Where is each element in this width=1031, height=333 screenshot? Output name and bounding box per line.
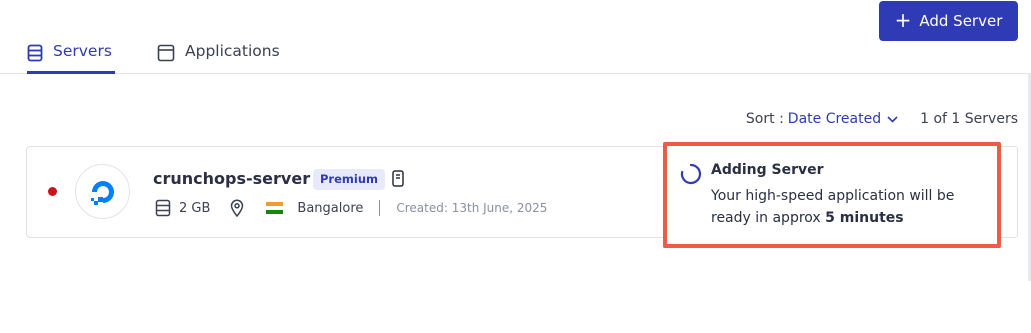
status-indicator [48, 187, 57, 196]
location-pin-icon [231, 199, 244, 217]
sort-value: Date Created [787, 111, 882, 127]
tab-servers-label: Servers [53, 42, 112, 60]
sort-row: Sort : Date Created 1 of 1 Servers [746, 109, 1018, 129]
adding-server-notice: Adding Server Your high-speed applicatio… [663, 142, 1001, 248]
servers-page: Servers Applications + Add Server Sort :… [0, 0, 1031, 333]
tab-applications[interactable]: Applications [157, 42, 280, 74]
server-stack-icon [27, 44, 43, 62]
loading-spinner-icon [680, 163, 702, 185]
server-meta: 2 GB Bangalore Created: 13th June, 2025 [155, 198, 547, 218]
tab-applications-label: Applications [185, 42, 280, 60]
sort-dropdown[interactable]: Date Created [788, 111, 898, 127]
server-created-date: Created: 13th June, 2025 [396, 201, 548, 215]
device-icon [392, 170, 404, 187]
plus-icon: + [894, 8, 912, 32]
add-server-label: Add Server [919, 12, 1003, 30]
sort-label: Sort : [745, 111, 784, 127]
india-flag-icon [266, 202, 284, 214]
window-icon [157, 44, 175, 62]
server-stack-icon [155, 199, 171, 217]
server-name[interactable]: crunchops-server [153, 169, 310, 188]
adding-server-eta: 5 minutes [825, 210, 904, 226]
plan-badge: Premium [313, 169, 385, 190]
adding-server-title: Adding Server [711, 162, 824, 178]
add-server-button[interactable]: + Add Server [879, 1, 1018, 41]
provider-logo [75, 164, 130, 219]
server-location: Bangalore [297, 200, 364, 216]
tab-bar: Servers Applications [0, 0, 1031, 74]
adding-server-message: Your high-speed application will be read… [711, 185, 991, 229]
tab-servers[interactable]: Servers [27, 42, 115, 74]
server-count: 1 of 1 Servers [920, 111, 1018, 127]
chevron-down-icon [887, 115, 898, 123]
digitalocean-logo-icon [90, 180, 114, 205]
server-ram: 2 GB [179, 200, 211, 216]
meta-divider [379, 200, 381, 216]
